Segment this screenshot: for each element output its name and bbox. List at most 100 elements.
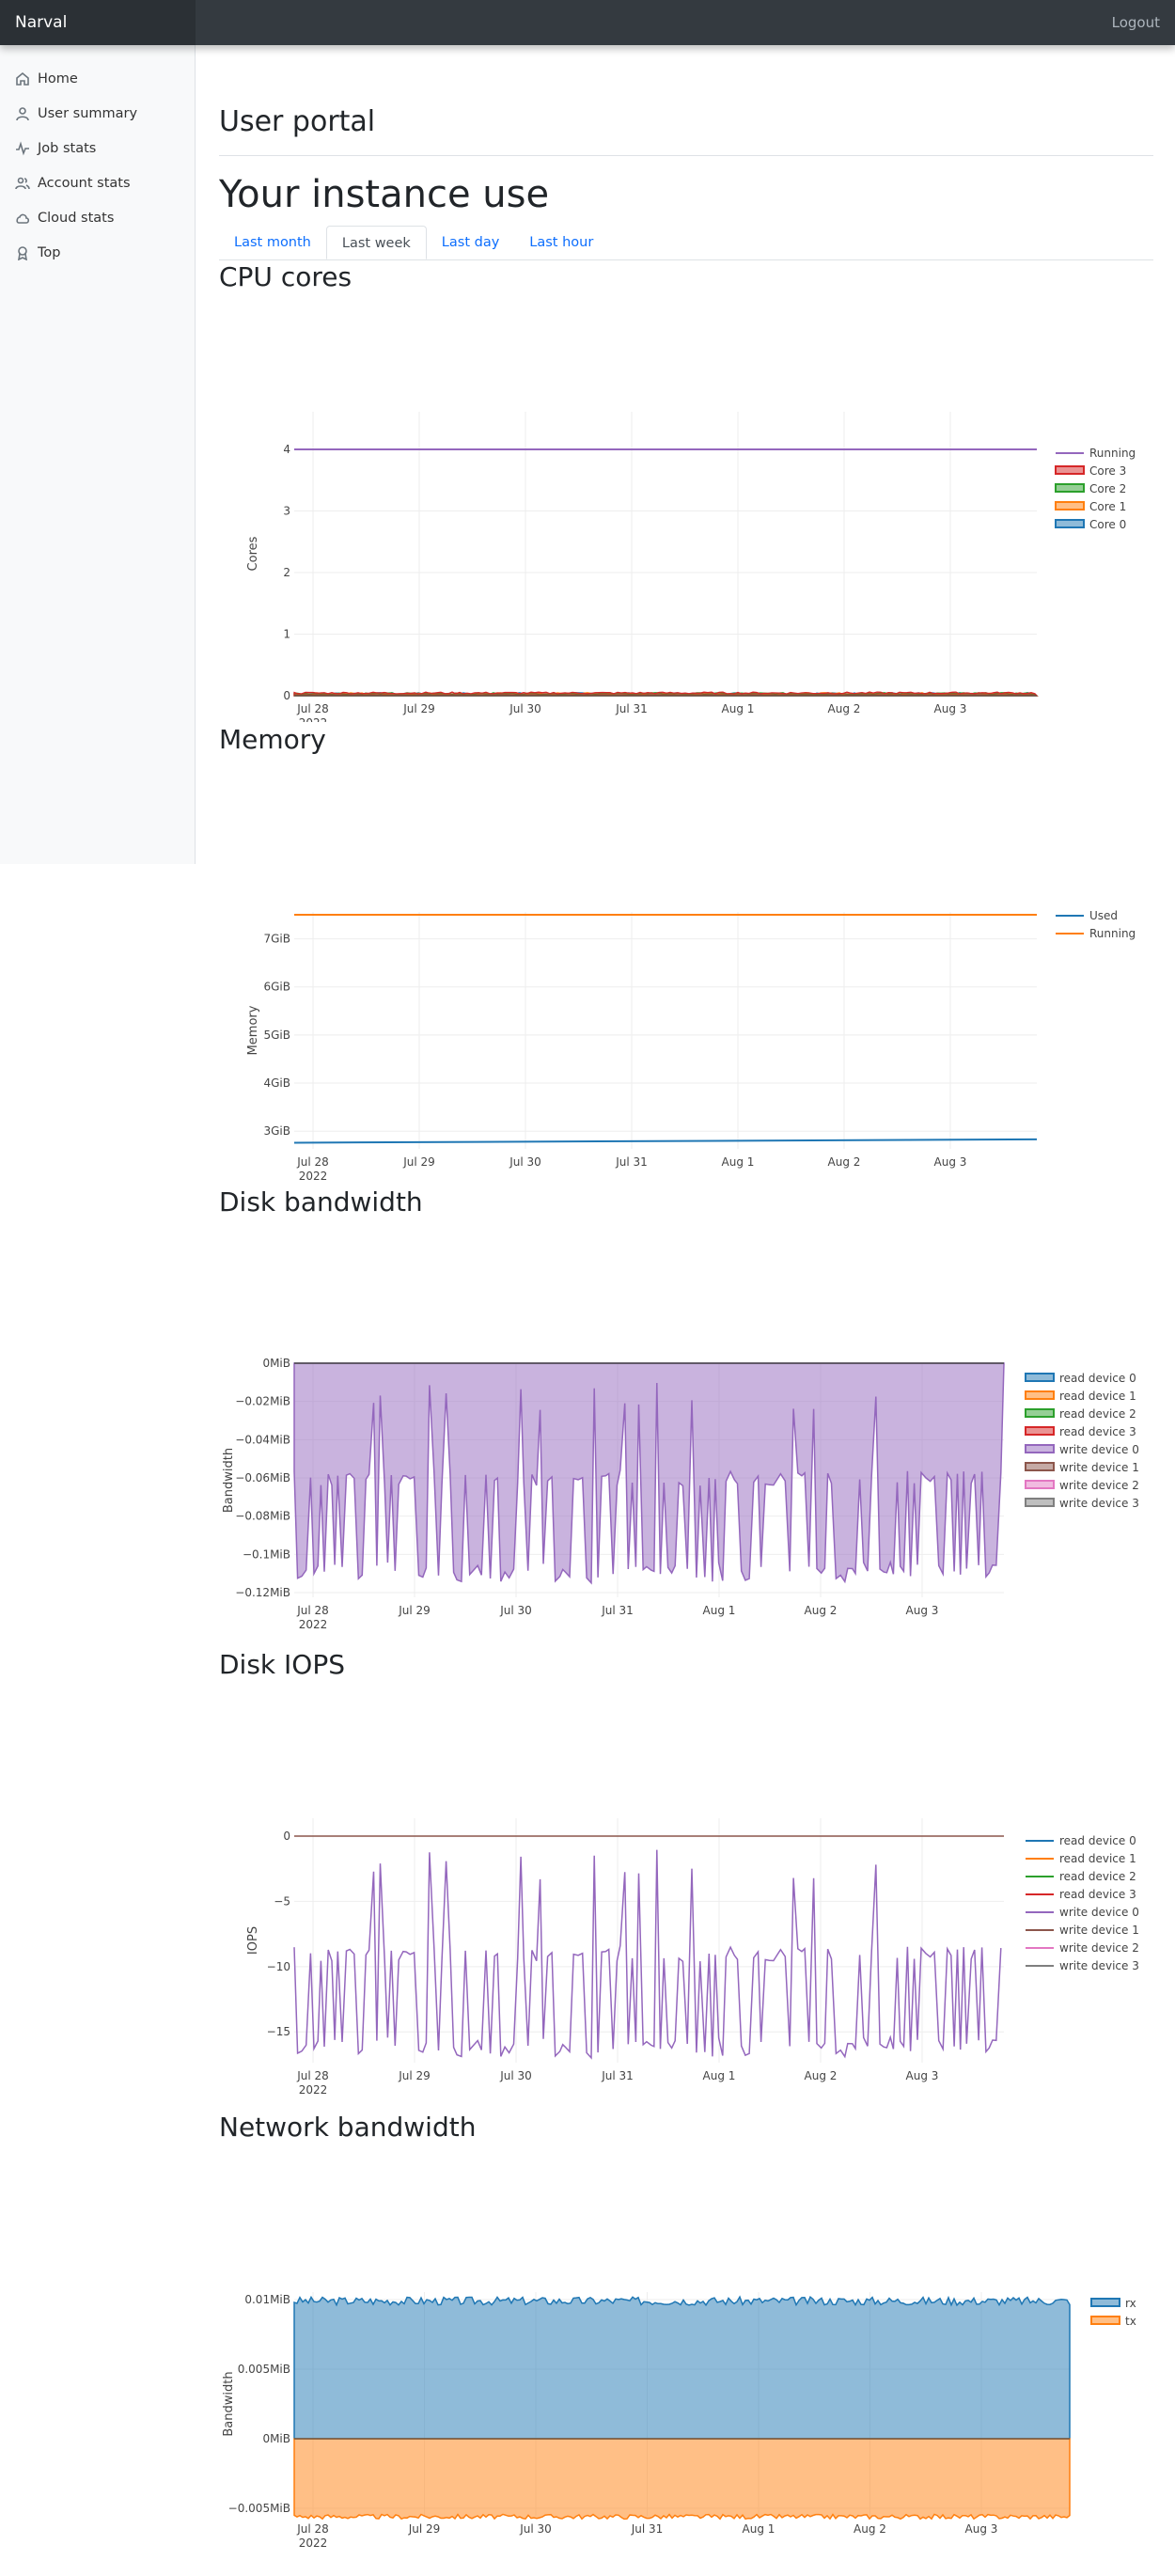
x-tick-label: Aug 3 [934,702,967,715]
y-tick-label: −0.005MiB [228,2502,290,2515]
x-tick-label: Jul 29 [398,1604,431,1617]
logout-link[interactable]: Logout [1112,0,1160,45]
y-axis-title: Memory [246,1005,260,1055]
x-tick-label: Jul 29 [408,2522,441,2536]
y-tick-label: 0.01MiB [244,2293,290,2306]
sidebar-item-label: Top [38,244,61,260]
y-tick-label: 1 [283,628,290,641]
top-navbar: Narval Logout [0,0,1175,45]
sidebar-item-top[interactable]: Top [0,235,195,270]
section-title-cpu: CPU cores [219,261,352,292]
x-tick-label: Jul 30 [519,2522,552,2536]
y-axis-title: Bandwidth [222,2371,236,2436]
x-tick-label: Aug 1 [722,1155,755,1169]
sidebar-item-cloud-stats[interactable]: Cloud stats [0,200,195,235]
tab-last-week[interactable]: Last week [325,226,427,259]
legend-label: write device 1 [1059,1461,1139,1474]
disk-bandwidth-chart-svg[interactable]: Jul 28 Jul 29 Jul 30 Jul 31 Aug 1 Aug 2 Aug 3 2… [219,1252,1153,1647]
y-tick-label: −0.1MiB [243,1547,290,1561]
disk-iops-chart-svg[interactable]: Jul 28 Jul 29 Jul 30 Jul 31 Aug 1 Aug 2 Aug 3 2… [219,1715,1153,2110]
legend-label: write device 2 [1059,1479,1139,1492]
x-tick-label: Jul 28 [296,702,329,715]
section-title-network-bandwidth: Network bandwidth [219,2112,477,2143]
memory-chart: Jul 28 Jul 29 Jul 30 Jul 31 Aug 1 Aug 2 Aug 3 2… [219,790,1153,1188]
legend-label: write device 3 [1059,1959,1139,1972]
legend-label: Used [1089,909,1118,922]
x-tick-label: Jul 28 [296,2069,329,2082]
y-tick-label: 0MiB [262,2432,290,2445]
divider [219,155,1153,156]
series-write-device-0-area [293,1362,1005,1585]
legend-swatch [1055,519,1085,528]
x-tick-label: Jul 30 [499,2069,532,2082]
y-tick-label: 0 [283,1830,290,1843]
y-tick-label: 5GiB [264,1029,291,1042]
x-tick-label: Aug 1 [703,1604,736,1617]
y-tick-label: −0.04MiB [235,1433,290,1446]
y-tick-label: −0.02MiB [235,1395,290,1408]
sidebar-item-home[interactable]: Home [0,61,195,96]
x-tick-label: Aug 3 [906,2069,939,2082]
tab-last-month[interactable]: Last month [219,226,326,259]
legend-label: Core 3 [1089,464,1126,478]
legend-label: read device 2 [1059,1407,1136,1421]
x-tick-label: Aug 3 [906,1604,939,1617]
y-tick-label: 2 [283,566,290,579]
sidebar-item-job-stats[interactable]: Job stats [0,131,195,165]
cpu-chart: Jul 28 Jul 29 Jul 30 Jul 31 Aug 1 Aug 2 Aug 3 2… [219,327,1153,730]
legend-swatch [1025,1498,1055,1507]
legend-swatch [1055,465,1085,475]
x-year-label: 2022 [299,2537,328,2550]
network-bandwidth-chart-svg[interactable]: Jul 28 Jul 29 Jul 30 Jul 31 Aug 1 Aug 2 Aug 3 2… [219,2177,1153,2572]
legend-label: read device 0 [1059,1372,1136,1385]
tab-last-hour[interactable]: Last hour [514,226,608,259]
memory-chart-svg[interactable]: Jul 28 Jul 29 Jul 30 Jul 31 Aug 1 Aug 2 Aug 3 2… [219,790,1153,1185]
sidebar-item-label: User summary [38,105,138,121]
x-tick-label: Jul 31 [615,1155,648,1169]
network-bandwidth-chart: Jul 28 Jul 29 Jul 30 Jul 31 Aug 1 Aug 2 Aug 3 2… [219,2177,1153,2576]
legend-label: Core 2 [1089,482,1126,495]
legend-swatch [1055,483,1085,493]
disk-iops-chart: Jul 28 Jul 29 Jul 30 Jul 31 Aug 1 Aug 2 Aug 3 2… [219,1715,1153,2113]
series-rx-area [293,2295,1071,2440]
x-tick-label: Jul 29 [402,702,435,715]
brand-logo[interactable]: Narval [0,0,196,45]
legend-swatch [1025,1426,1055,1436]
legend-label: read device 0 [1059,1834,1136,1847]
sidebar-item-user-summary[interactable]: User summary [0,96,195,131]
legend-swatch [1025,1390,1055,1400]
y-tick-label: −0.08MiB [235,1510,290,1523]
x-tick-label: Aug 2 [828,1155,861,1169]
y-tick-label: 4GiB [264,1076,291,1090]
legend-label: read device 1 [1059,1852,1136,1865]
legend-label: Core 1 [1089,500,1126,513]
legend-swatch [1025,1408,1055,1418]
x-tick-label: Jul 28 [296,2522,329,2536]
sidebar-item-account-stats[interactable]: Account stats [0,165,195,200]
cloud-icon [16,213,30,224]
cpu-chart-svg[interactable]: Jul 28 Jul 29 Jul 30 Jul 31 Aug 1 Aug 2 Aug 3 2… [219,327,1153,730]
y-tick-label: 4 [283,443,290,456]
x-tick-label: Jul 29 [398,2069,431,2082]
y-tick-label: 7GiB [264,933,291,946]
legend-label: read device 3 [1059,1888,1136,1901]
legend-label: Running [1089,447,1136,460]
series-write-device-0-line [293,1849,1002,2060]
x-tick-label: Aug 2 [854,2522,886,2536]
x-year-label: 2022 [299,716,328,722]
x-tick-label: Aug 3 [934,1155,967,1169]
sidebar: Home User summary Job stats Account stat… [0,45,196,864]
x-tick-label: Jul 31 [601,1604,634,1617]
legend-label: Core 0 [1089,518,1126,531]
page-subtitle: Your instance use [219,173,550,216]
sidebar-item-label: Home [38,71,78,86]
x-tick-label: Jul 28 [296,1155,329,1169]
section-title-disk-bandwidth: Disk bandwidth [219,1186,423,1217]
legend-label: write device 3 [1059,1497,1139,1510]
tab-last-day[interactable]: Last day [427,226,514,259]
series-used-line [293,1138,1038,1144]
legend-label: read device 2 [1059,1870,1136,1883]
legend-label: write device 0 [1059,1906,1139,1919]
section-title-disk-iops: Disk IOPS [219,1649,345,1680]
legend-swatch [1025,1480,1055,1489]
